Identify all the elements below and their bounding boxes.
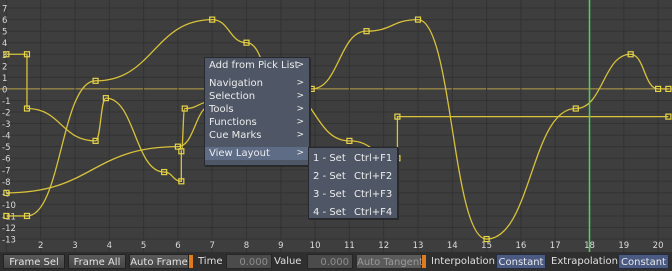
animation-curve-editor: 7 6 5 4 3 2 1 0 -1 -2 -3 -4 -5 -6 -7 -8 -9 -10 -11 -12 -13 2…: [0, 0, 672, 271]
submenu-item-label: 2 - Set: [313, 171, 346, 182]
menu-item-navigation[interactable]: Navigation >: [205, 77, 309, 90]
x-tick-label: 6: [175, 241, 180, 251]
x-tick-label: 19: [618, 241, 629, 251]
auto-tangent-toggle[interactable]: Auto Tangent: [356, 254, 423, 269]
submenu-item-set-3[interactable]: 3 - Set Ctrl+F3: [309, 187, 397, 202]
y-tick-label: -13: [2, 236, 16, 246]
x-tick-label: 12: [378, 241, 389, 251]
submenu-arrow-icon: >: [296, 91, 304, 101]
auto-frame-toggle[interactable]: Auto Frame: [129, 254, 189, 269]
y-tick-label: -5: [2, 143, 10, 153]
interpolation-label: Interpolation: [431, 256, 495, 267]
shortcut-label: Ctrl+F3: [354, 189, 393, 200]
menu-item-label: Tools: [209, 104, 234, 115]
value-field[interactable]: 0.000: [307, 254, 353, 269]
submenu-arrow-icon: >: [296, 78, 304, 88]
submenu-arrow-icon: >: [296, 60, 304, 70]
time-label: Time: [198, 256, 223, 267]
menu-item-label: Cue Marks: [209, 130, 262, 141]
menu-item-cue-marks[interactable]: Cue Marks >: [205, 129, 309, 142]
menu-item-label: View Layout: [209, 148, 270, 159]
submenu-arrow-icon: >: [296, 148, 304, 158]
frame-sel-button[interactable]: Frame Sel: [3, 254, 65, 269]
y-tick-label: 2: [2, 62, 7, 72]
x-tick-label: 11: [344, 241, 355, 251]
menu-item-view-layout[interactable]: View Layout >: [205, 147, 309, 160]
submenu-item-label: 3 - Set: [313, 189, 346, 200]
y-tick-label: -6: [2, 155, 10, 165]
x-tick-label: 4: [107, 241, 112, 251]
submenu-item-label: 1 - Set: [313, 153, 346, 164]
x-tick-label: 3: [72, 241, 77, 251]
menu-item-tools[interactable]: Tools >: [205, 103, 309, 116]
time-field[interactable]: 0.000: [226, 254, 272, 269]
submenu-item-set-4[interactable]: 4 - Set Ctrl+F4: [309, 205, 397, 220]
submenu-arrow-icon: >: [296, 117, 304, 127]
extrapolation-label: Extrapolation: [551, 256, 618, 267]
menu-item-selection[interactable]: Selection >: [205, 90, 309, 103]
x-tick-label: 5: [141, 241, 146, 251]
y-tick-label: -8: [2, 178, 10, 188]
interpolation-select[interactable]: Constant: [496, 254, 546, 269]
y-tick-label: 7: [2, 5, 7, 15]
auto-tangent-indicator: [422, 255, 426, 268]
x-tick-label: 10: [310, 241, 321, 251]
submenu-arrow-icon: >: [296, 130, 304, 140]
x-tick-label: 14: [447, 241, 458, 251]
frame-all-button[interactable]: Frame All: [68, 254, 126, 269]
curve-editor-toolbar: Frame Sel Frame All Auto Frame Time 0.00…: [0, 252, 672, 271]
x-tick-label: 7: [209, 241, 214, 251]
x-tick-label: 20: [653, 241, 664, 251]
y-tick-label: -4: [2, 132, 10, 142]
menu-item-label: Functions: [209, 117, 257, 128]
x-tick-label: 9: [278, 241, 283, 251]
menu-item-label: Add from Pick List: [209, 60, 299, 71]
submenu-item-set-2[interactable]: 2 - Set Ctrl+F2: [309, 169, 397, 184]
y-tick-label: 6: [2, 16, 7, 26]
y-tick-label: -7: [2, 166, 10, 176]
shortcut-label: Ctrl+F1: [354, 153, 393, 164]
x-tick-label: 8: [244, 241, 249, 251]
x-tick-label: 16: [515, 241, 526, 251]
submenu-item-set-1[interactable]: 1 - Set Ctrl+F1: [309, 151, 397, 166]
extrapolation-select[interactable]: Constant: [618, 254, 669, 269]
menu-item-label: Navigation: [209, 78, 263, 89]
y-tick-label: -12: [2, 224, 16, 234]
shortcut-label: Ctrl+F4: [354, 207, 393, 218]
y-tick-label: -2: [2, 109, 10, 119]
y-tick-label: -3: [2, 120, 10, 130]
y-tick-label: 4: [2, 39, 7, 49]
y-tick-label: -1: [2, 97, 10, 107]
menu-item-functions[interactable]: Functions >: [205, 116, 309, 129]
y-tick-label: 1: [2, 74, 7, 84]
submenu-item-label: 4 - Set: [313, 207, 346, 218]
x-tick-label: 15: [481, 241, 492, 251]
auto-frame-indicator: [189, 255, 193, 268]
context-menu: Add from Pick List > Navigation > Select…: [204, 57, 310, 166]
value-label: Value: [274, 256, 302, 267]
y-tick-label: -10: [2, 201, 16, 211]
menu-item-label: Selection: [209, 91, 256, 102]
x-tick-label: 17: [550, 241, 561, 251]
x-tick-label: 2: [38, 241, 43, 251]
y-tick-label: 5: [2, 28, 7, 38]
view-layout-submenu: 1 - Set Ctrl+F1 2 - Set Ctrl+F2 3 - Set …: [308, 147, 398, 219]
menu-item-add-from-pick-list[interactable]: Add from Pick List >: [205, 59, 309, 72]
shortcut-label: Ctrl+F2: [354, 171, 393, 182]
x-tick-label: 13: [413, 241, 424, 251]
submenu-arrow-icon: >: [296, 104, 304, 114]
y-tick-label: 0: [2, 85, 7, 95]
